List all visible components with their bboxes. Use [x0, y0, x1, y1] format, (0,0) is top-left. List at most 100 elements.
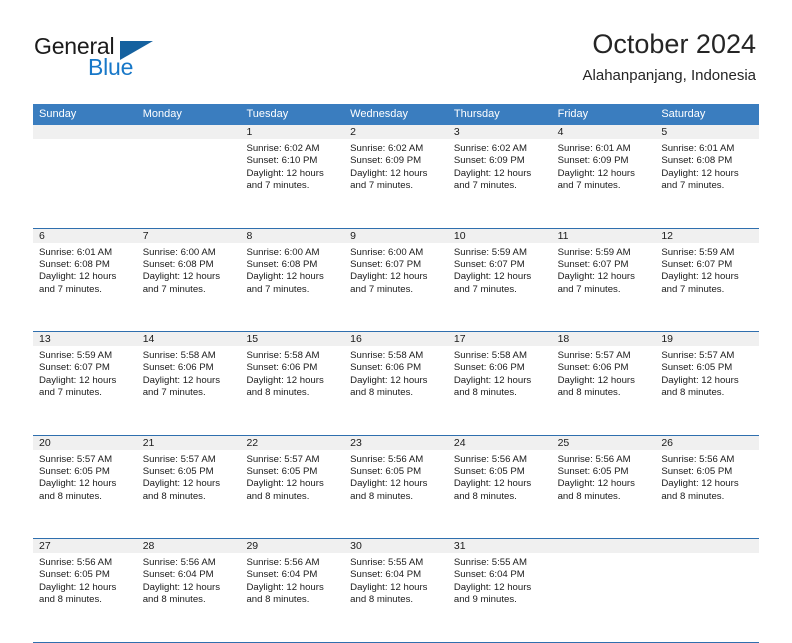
sunrise-text: Sunrise: 5:57 AM [557, 350, 631, 361]
daylight-text: Daylight: 12 hours [661, 167, 739, 179]
day-number-25[interactable]: 25 [552, 436, 656, 450]
daylight-text: and 8 minutes. [142, 490, 206, 502]
day-cell-21[interactable]: Sunrise: 5:57 AM Sunset: 6:05 PM Daylight:… [137, 450, 241, 539]
day-cell-4[interactable]: Sunrise: 6:01 AM Sunset: 6:09 PM Daylight:… [552, 139, 656, 228]
day-cell-19[interactable]: Sunrise: 5:57 AM Sunset: 6:05 PM Daylight:… [655, 346, 759, 435]
sunset-text: Sunset: 6:08 PM [39, 258, 110, 270]
day-cell-16[interactable]: Sunrise: 5:58 AM Sunset: 6:06 PM Daylight:… [344, 346, 448, 435]
day-number-11[interactable]: 11 [552, 229, 656, 243]
day-cell-18[interactable]: Sunrise: 5:57 AM Sunset: 6:06 PM Daylight:… [552, 346, 656, 435]
day-cell-details: Sunrise: 6:01 AM Sunset: 6:08 PM Daylight:… [33, 243, 137, 297]
day-number-9[interactable]: 9 [344, 229, 448, 243]
day-cell-details: Sunrise: 6:01 AM Sunset: 6:09 PM Daylight:… [552, 139, 656, 193]
sunset-text: Sunset: 6:09 PM [557, 155, 629, 167]
daylight-text: and 8 minutes. [350, 490, 414, 502]
day-cell-7[interactable]: Sunrise: 6:00 AM Sunset: 6:08 PM Daylight:… [137, 243, 241, 332]
daylight-text: Daylight: 12 hours [453, 374, 532, 386]
daylight-text: and 8 minutes. [39, 490, 102, 502]
daylight-text: Daylight: 12 hours [39, 478, 117, 490]
day-number-28[interactable]: 28 [137, 539, 241, 553]
day-number-18[interactable]: 18 [552, 332, 656, 346]
day-cell-29[interactable]: Sunrise: 5:56 AM Sunset: 6:04 PM Daylight:… [240, 553, 344, 642]
day-cell-10[interactable]: Sunrise: 5:59 AM Sunset: 6:07 PM Daylight:… [448, 243, 552, 332]
day-number-31[interactable]: 31 [448, 539, 552, 553]
day-cell-12[interactable]: Sunrise: 5:59 AM Sunset: 6:07 PM Daylight:… [655, 243, 759, 332]
day-cell-3[interactable]: Sunrise: 6:02 AM Sunset: 6:09 PM Daylight:… [448, 139, 552, 228]
day-number-10[interactable]: 10 [448, 229, 552, 243]
day-number-13[interactable]: 13 [33, 332, 137, 346]
daylight-text: Daylight: 12 hours [661, 478, 739, 490]
day-cell-details: Sunrise: 5:55 AM Sunset: 6:04 PM Daylight:… [344, 553, 448, 607]
daylight-text: Daylight: 12 hours [350, 581, 428, 593]
day-number-17[interactable]: 17 [448, 332, 552, 346]
sunset-text: Sunset: 6:06 PM [142, 362, 214, 374]
logo-text-blue: Blue [88, 54, 134, 80]
day-cell-details: Sunrise: 5:58 AM Sunset: 6:06 PM Daylight:… [240, 346, 344, 400]
day-number-16[interactable]: 16 [344, 332, 448, 346]
day-cell-8[interactable]: Sunrise: 6:00 AM Sunset: 6:08 PM Daylight:… [240, 243, 344, 332]
weekday-header-friday: Friday [557, 108, 589, 120]
day-number-2[interactable]: 2 [344, 125, 448, 139]
day-number-27[interactable]: 27 [33, 539, 137, 553]
day-cell-9[interactable]: Sunrise: 6:00 AM Sunset: 6:07 PM Daylight:… [344, 243, 448, 332]
day-cell-details: Sunrise: 5:56 AM Sunset: 6:05 PM Daylight:… [344, 450, 448, 504]
day-number-14[interactable]: 14 [137, 332, 241, 346]
day-cell-15[interactable]: Sunrise: 5:58 AM Sunset: 6:06 PM Daylight:… [240, 346, 344, 435]
day-number-24[interactable]: 24 [448, 436, 552, 450]
daylight-text: Daylight: 12 hours [39, 374, 117, 386]
day-cell-details: Sunrise: 5:57 AM Sunset: 6:06 PM Daylight:… [552, 346, 656, 400]
sunset-text: Sunset: 6:08 PM [142, 258, 214, 270]
day-number-29[interactable]: 29 [240, 539, 344, 553]
day-cell-27[interactable]: Sunrise: 5:56 AM Sunset: 6:05 PM Daylight:… [33, 553, 137, 642]
day-number-3[interactable]: 3 [448, 125, 552, 139]
day-number-8[interactable]: 8 [240, 229, 344, 243]
daylight-text: Daylight: 12 hours [661, 374, 739, 386]
title-block: October 2024 Alahanpanjang, Indonesia [583, 28, 756, 86]
day-cell-2[interactable]: Sunrise: 6:02 AM Sunset: 6:09 PM Daylight:… [344, 139, 448, 228]
sunset-text: Sunset: 6:08 PM [246, 258, 318, 270]
sunset-text: Sunset: 6:05 PM [142, 465, 214, 477]
day-number-30[interactable]: 30 [344, 539, 448, 553]
daylight-text: Daylight: 12 hours [246, 478, 324, 490]
day-number-21[interactable]: 21 [137, 436, 241, 450]
day-number-6[interactable]: 6 [33, 229, 137, 243]
day-cell-11[interactable]: Sunrise: 5:59 AM Sunset: 6:07 PM Daylight:… [552, 243, 656, 332]
day-cell-17[interactable]: Sunrise: 5:58 AM Sunset: 6:06 PM Daylight:… [448, 346, 552, 435]
day-cell-31[interactable]: Sunrise: 5:55 AM Sunset: 6:04 PM Daylight:… [448, 553, 552, 642]
day-number-23[interactable]: 23 [344, 436, 448, 450]
day-cell-24[interactable]: Sunrise: 5:56 AM Sunset: 6:05 PM Daylight:… [448, 450, 552, 539]
day-cell-details: Sunrise: 5:56 AM Sunset: 6:05 PM Daylight:… [655, 450, 759, 504]
general-blue-logo: General Blue [34, 33, 214, 81]
sunrise-text: Sunrise: 6:00 AM [350, 246, 424, 258]
day-number-7[interactable]: 7 [137, 229, 241, 243]
day-cell-details: Sunrise: 5:58 AM Sunset: 6:06 PM Daylight:… [448, 346, 552, 400]
day-number-4[interactable]: 4 [552, 125, 656, 139]
sunrise-text: Sunrise: 5:58 AM [142, 350, 216, 361]
day-cell-25[interactable]: Sunrise: 5:56 AM Sunset: 6:05 PM Daylight:… [552, 450, 656, 539]
day-cell-23[interactable]: Sunrise: 5:56 AM Sunset: 6:05 PM Daylight:… [344, 450, 448, 539]
day-number-15[interactable]: 15 [240, 332, 344, 346]
day-number-12[interactable]: 12 [655, 229, 759, 243]
day-cell-30[interactable]: Sunrise: 5:55 AM Sunset: 6:04 PM Daylight:… [344, 553, 448, 642]
day-number-5[interactable]: 5 [655, 125, 759, 139]
day-cell-22[interactable]: Sunrise: 5:57 AM Sunset: 6:05 PM Daylight:… [240, 450, 344, 539]
day-cell-14[interactable]: Sunrise: 5:58 AM Sunset: 6:06 PM Daylight:… [137, 346, 241, 435]
day-number-1[interactable]: 1 [240, 125, 344, 139]
daylight-text: Daylight: 12 hours [453, 271, 532, 283]
day-number-22[interactable]: 22 [240, 436, 344, 450]
day-cell-empty [137, 139, 241, 228]
day-number-empty [137, 125, 241, 139]
day-cell-5[interactable]: Sunrise: 6:01 AM Sunset: 6:08 PM Daylight:… [655, 139, 759, 228]
day-cell-26[interactable]: Sunrise: 5:56 AM Sunset: 6:05 PM Daylight:… [655, 450, 759, 539]
day-number-19[interactable]: 19 [655, 332, 759, 346]
day-number-20[interactable]: 20 [33, 436, 137, 450]
day-cell-6[interactable]: Sunrise: 6:01 AM Sunset: 6:08 PM Daylight:… [33, 243, 137, 332]
day-cell-empty [655, 553, 759, 642]
day-cell-13[interactable]: Sunrise: 5:59 AM Sunset: 6:07 PM Daylight:… [33, 346, 137, 435]
day-number-26[interactable]: 26 [655, 436, 759, 450]
day-cell-1[interactable]: Sunrise: 6:02 AM Sunset: 6:10 PM Daylight:… [240, 139, 344, 228]
day-cell-20[interactable]: Sunrise: 5:57 AM Sunset: 6:05 PM Daylight:… [33, 450, 137, 539]
daylight-text: Daylight: 12 hours [350, 271, 428, 283]
daylight-text: and 8 minutes. [661, 490, 725, 502]
day-cell-28[interactable]: Sunrise: 5:56 AM Sunset: 6:04 PM Daylight:… [137, 553, 241, 642]
